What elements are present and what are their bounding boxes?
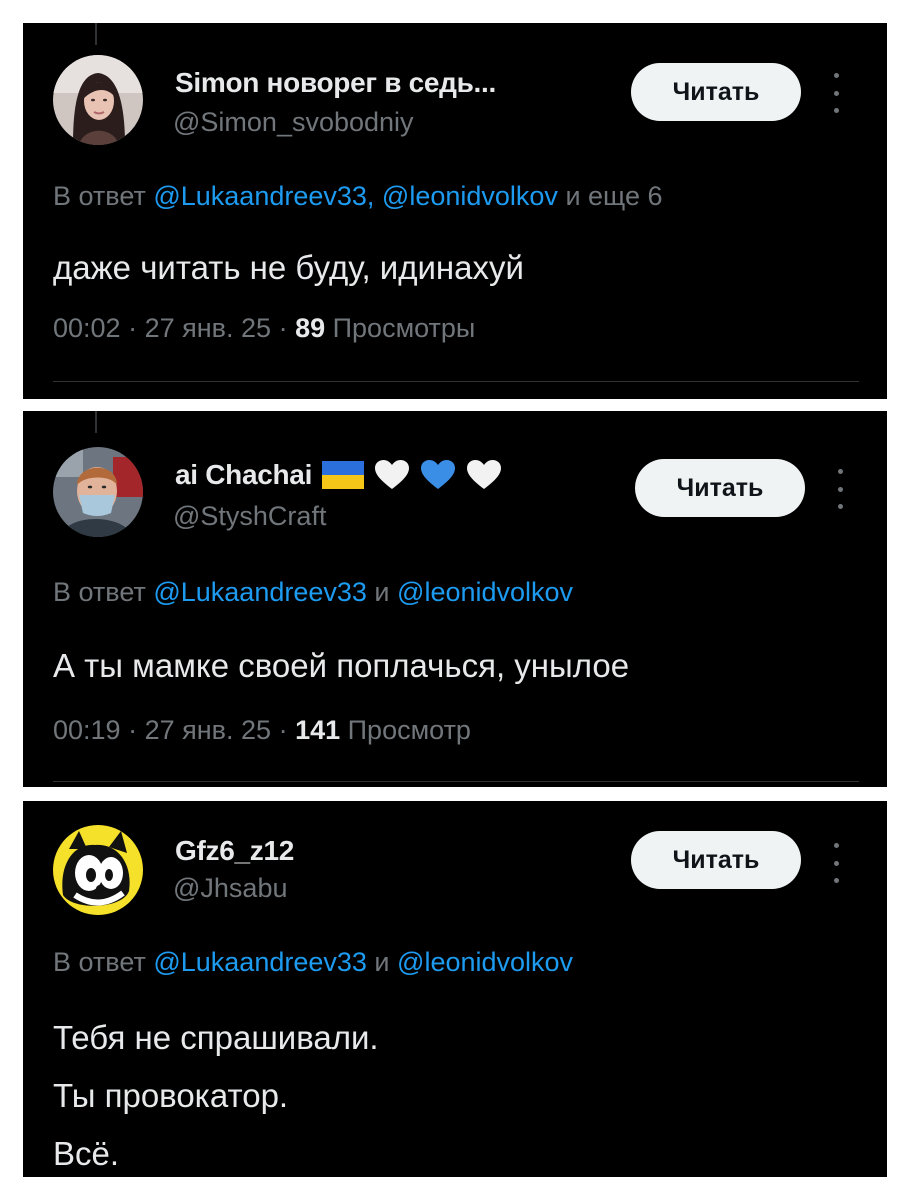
white-heart-icon: [375, 460, 410, 489]
mention-link[interactable]: @Lukaandreev33: [153, 947, 367, 977]
avatar[interactable]: [53, 447, 143, 537]
mention-link[interactable]: @Lukaandreev33: [153, 577, 367, 607]
reply-context: В ответ @Lukaandreev33 и @leonidvolkov: [53, 577, 573, 608]
tweet-text-line: даже читать не буду, идинахуй: [53, 249, 524, 286]
follow-button[interactable]: Читать: [635, 459, 805, 517]
meta-separator: ·: [278, 313, 296, 343]
tweet-text: Тебя не спрашивали. Ты провокатор. Всё.: [53, 1009, 379, 1177]
tweet-date[interactable]: 27 янв. 25: [145, 715, 271, 745]
name-row: ai Chachai: [175, 459, 502, 491]
mention-link[interactable]: @leonidvolkov: [397, 947, 573, 977]
tweet-meta: 00:02 · 27 янв. 25 · 89 Просмотры: [53, 313, 475, 344]
display-name[interactable]: Gfz6_z12: [175, 835, 294, 867]
meta-separator: ·: [278, 715, 296, 745]
follow-button[interactable]: Читать: [631, 63, 801, 121]
profile-photo-man-mask-icon: [53, 447, 143, 537]
thread-line: [95, 23, 97, 45]
tweet-text-line: Всё.: [53, 1135, 120, 1172]
tweet-card[interactable]: Simon новорег в седь... @Simon_svobodniy…: [23, 23, 887, 399]
reply-prefix: В ответ: [53, 947, 146, 977]
tweet-text-line: Ты провокатор.: [53, 1077, 289, 1114]
tweet-text-line: Тебя не спрашивали.: [53, 1019, 379, 1056]
views-count: 89: [295, 313, 326, 343]
follow-button[interactable]: Читать: [631, 831, 801, 889]
reply-context: В ответ @Lukaandreev33, @leonidvolkov и …: [53, 181, 662, 212]
reply-suffix[interactable]: и еще 6: [565, 181, 662, 211]
tweet-time[interactable]: 00:02: [53, 313, 121, 343]
more-options-icon[interactable]: [833, 469, 847, 509]
views-label: Просмотр: [347, 715, 471, 745]
more-options-icon[interactable]: [829, 843, 843, 883]
reply-and: и: [374, 947, 390, 977]
views-label: Просмотры: [332, 313, 476, 343]
white-heart-icon: [467, 460, 502, 489]
thread-line: [95, 411, 97, 433]
meta-separator: ·: [128, 313, 145, 343]
display-name[interactable]: Simon новорег в седь...: [175, 67, 496, 99]
name-row: Simon новорег в седь...: [175, 67, 496, 99]
tweet-time[interactable]: 00:19: [53, 715, 121, 745]
handle[interactable]: @Simon_svobodniy: [173, 107, 414, 138]
tweet-card[interactable]: Gfz6_z12 @Jhsabu Читать В ответ @Lukaand…: [23, 801, 887, 1177]
tweet-text-line: А ты мамке своей поплачься, унылое: [53, 647, 630, 684]
handle[interactable]: @StyshCraft: [173, 501, 326, 532]
meta-separator: ·: [128, 715, 145, 745]
ukraine-flag-icon: [322, 461, 365, 489]
avatar[interactable]: [53, 825, 143, 915]
name-row: Gfz6_z12: [175, 835, 294, 867]
reply-context: В ответ @Lukaandreev33 и @leonidvolkov: [53, 947, 573, 978]
reply-and: и: [374, 577, 390, 607]
handle[interactable]: @Jhsabu: [173, 873, 287, 904]
tweet-text: даже читать не буду, идинахуй: [53, 245, 524, 290]
divider: [53, 781, 859, 782]
avatar[interactable]: [53, 55, 143, 145]
cartoon-cat-avatar-icon: [53, 825, 143, 915]
tweet-text: А ты мамке своей поплачься, унылое: [53, 643, 629, 688]
views-count: 141: [295, 715, 341, 745]
display-name[interactable]: ai Chachai: [175, 459, 312, 491]
tweet-meta: 00:19 · 27 янв. 25 · 141 Просмотр: [53, 715, 471, 746]
divider: [53, 381, 859, 382]
tweet-card[interactable]: ai Chachai @StyshCraft Читать В ответ @L…: [23, 411, 887, 787]
mention-link[interactable]: @leonidvolkov: [397, 577, 573, 607]
more-options-icon[interactable]: [829, 73, 843, 113]
profile-photo-woman-icon: [53, 55, 143, 145]
reply-prefix: В ответ: [53, 181, 146, 211]
tweet-date[interactable]: 27 янв. 25: [145, 313, 271, 343]
reply-prefix: В ответ: [53, 577, 146, 607]
blue-heart-icon: [421, 460, 456, 489]
mention-link[interactable]: @Lukaandreev33, @leonidvolkov: [153, 181, 558, 211]
